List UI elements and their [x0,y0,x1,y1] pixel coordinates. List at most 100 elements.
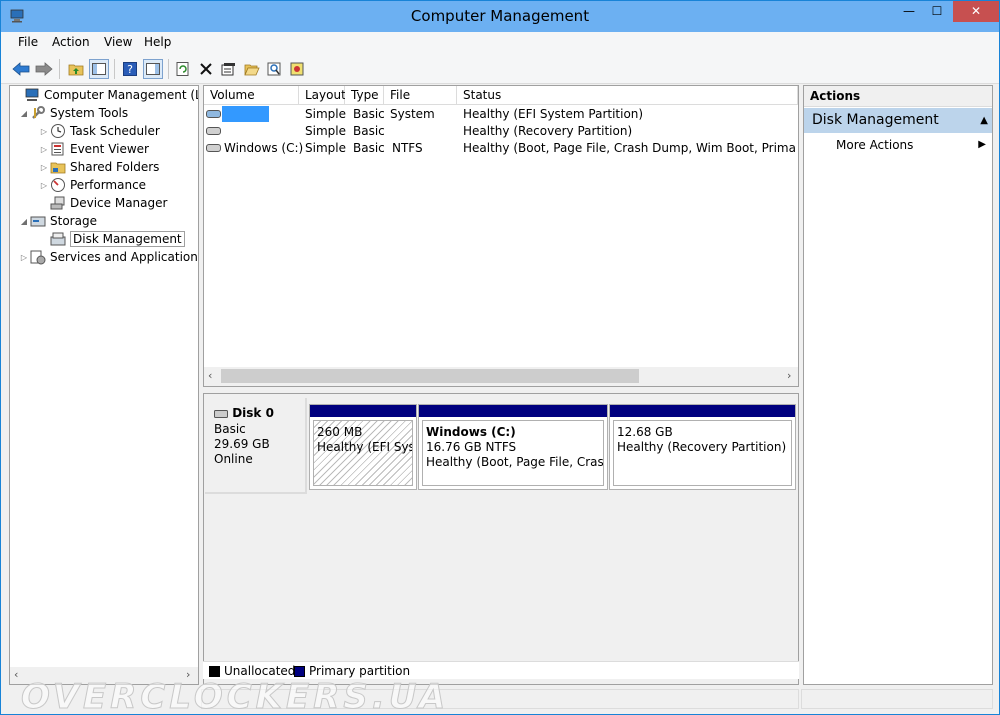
column-header-layout[interactable]: Layout [299,86,346,105]
disk-0-info[interactable]: Disk 0 Basic 29.69 GB Online [205,398,307,494]
partition-status: Healthy (EFI Syste [317,440,412,454]
tree-label: Services and Applications [50,250,199,264]
tree-item-performance[interactable]: ▷ Performance [38,176,146,194]
refresh-icon[interactable] [173,59,193,79]
type-cell: Basic [353,107,385,121]
shared-folder-icon [50,162,66,174]
tree-label: Task Scheduler [70,124,160,138]
scrollbar-thumb[interactable] [221,369,639,383]
partition-efi[interactable]: 260 MB Healthy (EFI Syste [309,404,417,490]
help-icon[interactable]: ? [120,59,140,79]
column-header-status[interactable]: Status [457,86,798,105]
search-icon[interactable] [265,59,285,79]
expand-icon[interactable]: ▷ [38,127,50,136]
menu-file[interactable]: File [18,35,38,49]
forward-icon[interactable] [34,59,54,79]
back-icon[interactable] [11,59,31,79]
console-tree-icon[interactable] [143,59,163,79]
menu-action[interactable]: Action [52,35,90,49]
disk-icon [214,409,228,418]
tree-label: Device Manager [70,196,168,210]
table-row[interactable]: Simple Basic Healthy (Recovery Partition… [204,123,798,140]
tree-item-services-and-applications[interactable]: ▷ Services and Applications [18,248,199,266]
column-header-type[interactable]: Type [345,86,384,105]
close-button[interactable]: ✕ [953,1,999,22]
disk-type: Basic [214,422,246,436]
status-cell: Healthy (Boot, Page File, Crash Dump, Wi… [463,141,797,155]
volume-icon [206,110,221,118]
services-icon [30,250,46,265]
tree-label: Performance [70,178,147,192]
export-icon[interactable] [288,59,308,79]
partition-recovery[interactable]: 12.68 GB Healthy (Recovery Partition) [609,404,796,490]
status-cell: Healthy (EFI System Partition) [463,107,644,121]
tree-label: Computer Management (Local [44,88,198,102]
title-bar: Computer Management — ☐ ✕ [1,1,999,32]
partition-bar [610,405,795,417]
expand-icon[interactable]: ▷ [38,145,50,154]
volume-icon [206,127,221,135]
volume-icon [206,144,221,152]
collapse-icon[interactable]: ◢ [18,109,30,118]
disk-status: Online [214,452,253,466]
tree-item-task-scheduler[interactable]: ▷ Task Scheduler [38,122,160,140]
collapse-up-icon[interactable]: ▲ [980,108,988,133]
tree-item-event-viewer[interactable]: ▷ Event Viewer [38,140,149,158]
partition-windows-c[interactable]: Windows (C:) 16.76 GB NTFS Healthy (Boot… [418,404,608,490]
type-cell: Basic [353,141,385,155]
up-folder-icon[interactable] [66,59,86,79]
partition-body: Windows (C:) 16.76 GB NTFS Healthy (Boot… [422,420,604,486]
tree-item-disk-management[interactable]: Disk Management [38,230,185,248]
clock-icon [51,124,65,138]
more-actions-item[interactable]: More Actions ▶ [804,136,992,154]
main-window: Computer Management — ☐ ✕ File Action Vi… [0,0,1000,715]
tree-item-computer-management[interactable]: Computer Management (Local [12,86,198,104]
partition-bar [310,405,416,417]
show-hide-tree-icon[interactable] [89,59,109,79]
status-cell: Healthy (Recovery Partition) [463,124,633,138]
table-row[interactable]: Windows (C:) Simple Basic NTFS Healthy (… [204,140,798,157]
minimize-button[interactable]: — [895,1,923,22]
tree-item-storage[interactable]: ◢ Storage [18,212,97,230]
tree-item-system-tools[interactable]: ◢ System Tools [18,104,128,122]
disk-size: 29.69 GB [214,437,270,451]
volume-list-horizontal-scrollbar[interactable]: ‹ › [204,367,798,386]
type-cell: Basic [353,124,385,138]
actions-section-disk-management[interactable]: Disk Management ▲ [804,108,992,133]
partition-bar [419,405,607,417]
column-header-file-system[interactable]: File System [384,86,457,121]
maximize-button[interactable]: ☐ [923,1,951,22]
menu-bar: File Action View Help [1,32,999,54]
menu-help[interactable]: Help [144,35,171,49]
table-row[interactable]: Simple Basic Healthy (EFI System Partiti… [204,106,798,123]
partition-size: 12.68 GB [617,425,673,439]
primary-partition-swatch [294,666,305,677]
tree-label: Storage [50,214,97,228]
console-tree: Computer Management (Local ◢ System Tool… [9,85,199,685]
storage-icon [30,216,46,227]
open-icon[interactable] [242,59,262,79]
collapse-icon[interactable]: ◢ [18,217,30,226]
expand-icon[interactable]: ▷ [38,163,50,172]
menu-view[interactable]: View [104,35,132,49]
actions-pane: Actions Disk Management ▲ More Actions ▶ [803,85,993,685]
scroll-left-icon[interactable]: ‹ [14,668,18,681]
center-pane: Volume Layout Type File System Status Si… [203,85,799,685]
watermark: OVERCLOCKERS.UA [20,677,450,715]
tree-label: Disk Management [70,231,185,247]
disk-name: Disk 0 [214,406,274,420]
tree-label: Shared Folders [70,160,160,174]
actions-header: Actions [804,86,992,107]
disk-management-icon [50,232,66,246]
scroll-left-icon[interactable]: ‹ [208,369,212,382]
tree-item-device-manager[interactable]: Device Manager [38,194,167,212]
delete-icon[interactable] [196,59,216,79]
column-header-volume[interactable]: Volume [204,86,299,105]
expand-icon[interactable]: ▷ [38,181,50,190]
svg-text:?: ? [127,63,133,76]
properties-icon[interactable] [219,59,239,79]
scroll-right-icon[interactable]: › [787,369,791,382]
expand-icon[interactable]: ▷ [18,253,30,262]
layout-cell: Simple [305,107,346,121]
tree-item-shared-folders[interactable]: ▷ Shared Folders [38,158,159,176]
